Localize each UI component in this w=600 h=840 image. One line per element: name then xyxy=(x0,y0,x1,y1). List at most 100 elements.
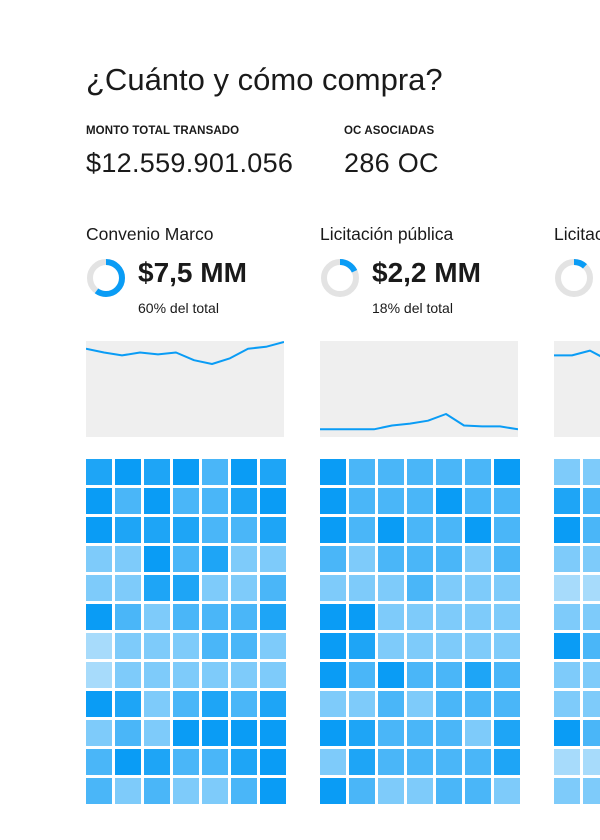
heatmap-cell xyxy=(202,662,228,688)
heatmap-cell xyxy=(260,691,286,717)
heatmap-cell xyxy=(494,662,520,688)
heatmap-cell xyxy=(231,691,257,717)
trend-sparkline xyxy=(554,341,600,437)
heatmap-cell xyxy=(115,546,141,572)
heatmap-cell xyxy=(144,604,170,630)
heatmap-cell xyxy=(494,749,520,775)
heatmap-cell xyxy=(115,575,141,601)
heatmap-cell xyxy=(173,488,199,514)
heatmap-cell xyxy=(349,691,375,717)
heatmap-cell xyxy=(349,517,375,543)
heatmap-cell xyxy=(202,778,228,804)
heatmap-cell xyxy=(86,778,112,804)
heatmap-cell xyxy=(231,604,257,630)
card-title: Licitación privada xyxy=(554,224,600,244)
heatmap-cell xyxy=(436,575,462,601)
heatmap-cell xyxy=(202,488,228,514)
heatmap-cell xyxy=(173,604,199,630)
heatmap-grid xyxy=(554,459,600,804)
heatmap-cell xyxy=(115,459,141,485)
heatmap-cell xyxy=(260,517,286,543)
heatmap-cell xyxy=(554,749,580,775)
heatmap-cell xyxy=(554,691,580,717)
heatmap-cell xyxy=(583,604,600,630)
heatmap-cell xyxy=(436,720,462,746)
heatmap-cell xyxy=(231,749,257,775)
heatmap-cell xyxy=(554,604,580,630)
heatmap-cell xyxy=(86,488,112,514)
heatmap-cell xyxy=(436,662,462,688)
heatmap-cell xyxy=(583,459,600,485)
heatmap-cell xyxy=(86,517,112,543)
heatmap-cell xyxy=(583,662,600,688)
heatmap-cell xyxy=(407,720,433,746)
heatmap-cell xyxy=(86,459,112,485)
trend-sparkline xyxy=(320,341,518,437)
heatmap-cell xyxy=(144,488,170,514)
heatmap-cell xyxy=(115,488,141,514)
heatmap-cell xyxy=(86,604,112,630)
heatmap-cell xyxy=(349,459,375,485)
heatmap-cell xyxy=(260,488,286,514)
oc-asociadas-stat: OC ASOCIADAS 286 OC xyxy=(344,125,439,179)
heatmap-cell xyxy=(349,633,375,659)
heatmap-cell xyxy=(407,546,433,572)
heatmap-cell xyxy=(202,604,228,630)
heatmap-cell xyxy=(320,575,346,601)
monto-total-label: MONTO TOTAL TRANSADO xyxy=(86,125,240,137)
heatmap-cell xyxy=(231,720,257,746)
heatmap-cell xyxy=(115,720,141,746)
heatmap-grid xyxy=(320,459,520,804)
heatmap-cell xyxy=(320,749,346,775)
heatmap-cell xyxy=(583,778,600,804)
heatmap-cell xyxy=(554,546,580,572)
card-title: Licitación pública xyxy=(320,224,454,244)
heatmap-cell xyxy=(320,720,346,746)
heatmap-cell xyxy=(349,546,375,572)
heatmap-cell xyxy=(494,517,520,543)
heatmap-cell xyxy=(86,546,112,572)
heatmap-cell xyxy=(173,720,199,746)
heatmap-cell xyxy=(115,691,141,717)
heatmap-cell xyxy=(378,720,404,746)
heatmap-cell xyxy=(260,633,286,659)
heatmap-cell xyxy=(86,720,112,746)
heatmap-cell xyxy=(349,720,375,746)
heatmap-cell xyxy=(378,575,404,601)
heatmap-cell xyxy=(202,720,228,746)
heatmap-cell xyxy=(465,546,491,572)
heatmap-cell xyxy=(465,575,491,601)
heatmap-cell xyxy=(583,546,600,572)
heatmap-grid xyxy=(86,459,286,804)
heatmap-cell xyxy=(465,691,491,717)
card-share: 60% del total xyxy=(138,300,219,316)
heatmap-cell xyxy=(173,546,199,572)
share-donut-icon xyxy=(555,259,593,297)
share-donut-icon xyxy=(87,259,125,297)
heatmap-cell xyxy=(320,517,346,543)
heatmap-cell xyxy=(436,604,462,630)
oc-asociadas-label: OC ASOCIADAS xyxy=(344,125,435,137)
heatmap-cell xyxy=(554,720,580,746)
heatmap-cell xyxy=(144,691,170,717)
heatmap-cell xyxy=(173,459,199,485)
card-title: Convenio Marco xyxy=(86,224,214,244)
card-share: 18% del total xyxy=(372,300,453,316)
heatmap-cell xyxy=(436,459,462,485)
heatmap-cell xyxy=(115,604,141,630)
heatmap-cell xyxy=(144,546,170,572)
heatmap-cell xyxy=(86,575,112,601)
heatmap-cell xyxy=(436,778,462,804)
heatmap-cell xyxy=(407,662,433,688)
heatmap-cell xyxy=(115,778,141,804)
page-title: ¿Cuánto y cómo compra? xyxy=(86,62,443,97)
heatmap-cell xyxy=(320,633,346,659)
heatmap-cell xyxy=(349,749,375,775)
heatmap-cell xyxy=(86,691,112,717)
heatmap-cell xyxy=(407,459,433,485)
heatmap-cell xyxy=(320,488,346,514)
heatmap-cell xyxy=(144,662,170,688)
heatmap-cell xyxy=(494,691,520,717)
heatmap-cell xyxy=(144,749,170,775)
heatmap-cell xyxy=(202,517,228,543)
